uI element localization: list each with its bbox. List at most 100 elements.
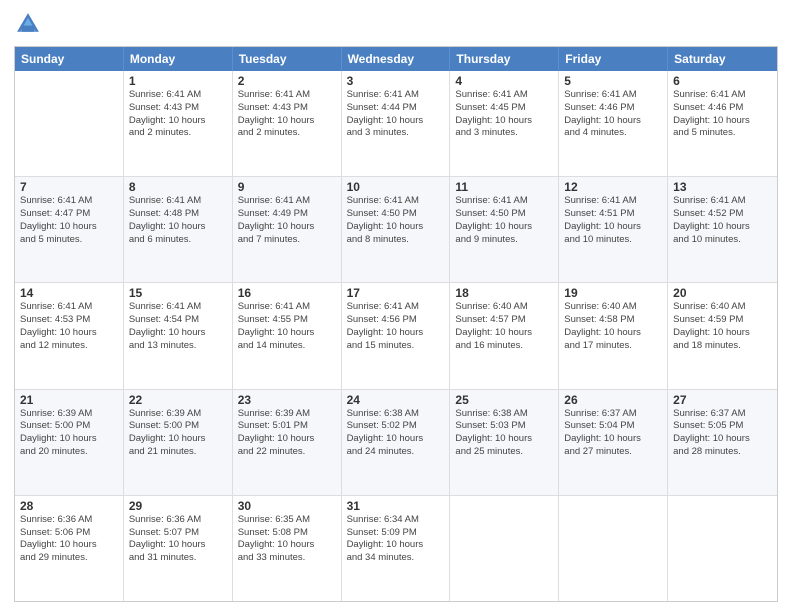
- day-info: Sunrise: 6:37 AMSunset: 5:04 PMDaylight:…: [564, 408, 662, 459]
- calendar-row: 14Sunrise: 6:41 AMSunset: 4:53 PMDayligh…: [15, 283, 777, 389]
- day-info: Sunrise: 6:38 AMSunset: 5:03 PMDaylight:…: [455, 408, 553, 459]
- day-number: 15: [129, 286, 227, 300]
- calendar-cell: 1Sunrise: 6:41 AMSunset: 4:43 PMDaylight…: [124, 71, 233, 176]
- calendar-cell: 22Sunrise: 6:39 AMSunset: 5:00 PMDayligh…: [124, 390, 233, 495]
- day-info: Sunrise: 6:41 AMSunset: 4:43 PMDaylight:…: [238, 89, 336, 140]
- day-number: 6: [673, 74, 772, 88]
- day-info: Sunrise: 6:37 AMSunset: 5:05 PMDaylight:…: [673, 408, 772, 459]
- calendar-row: 21Sunrise: 6:39 AMSunset: 5:00 PMDayligh…: [15, 390, 777, 496]
- calendar-cell: 11Sunrise: 6:41 AMSunset: 4:50 PMDayligh…: [450, 177, 559, 282]
- day-info: Sunrise: 6:41 AMSunset: 4:49 PMDaylight:…: [238, 195, 336, 246]
- day-number: 8: [129, 180, 227, 194]
- day-info: Sunrise: 6:39 AMSunset: 5:00 PMDaylight:…: [20, 408, 118, 459]
- header: [14, 10, 778, 38]
- day-number: 9: [238, 180, 336, 194]
- calendar-cell: [559, 496, 668, 601]
- calendar-cell: 20Sunrise: 6:40 AMSunset: 4:59 PMDayligh…: [668, 283, 777, 388]
- day-number: 28: [20, 499, 118, 513]
- calendar-cell: 5Sunrise: 6:41 AMSunset: 4:46 PMDaylight…: [559, 71, 668, 176]
- day-info: Sunrise: 6:41 AMSunset: 4:51 PMDaylight:…: [564, 195, 662, 246]
- day-info: Sunrise: 6:41 AMSunset: 4:48 PMDaylight:…: [129, 195, 227, 246]
- logo-icon: [14, 10, 42, 38]
- calendar-header-cell: Wednesday: [342, 47, 451, 71]
- calendar: SundayMondayTuesdayWednesdayThursdayFrid…: [14, 46, 778, 602]
- calendar-header-cell: Tuesday: [233, 47, 342, 71]
- day-number: 5: [564, 74, 662, 88]
- day-number: 13: [673, 180, 772, 194]
- day-number: 20: [673, 286, 772, 300]
- logo: [14, 10, 46, 38]
- calendar-header-cell: Saturday: [668, 47, 777, 71]
- calendar-header-cell: Thursday: [450, 47, 559, 71]
- calendar-cell: 19Sunrise: 6:40 AMSunset: 4:58 PMDayligh…: [559, 283, 668, 388]
- day-number: 4: [455, 74, 553, 88]
- calendar-cell: 12Sunrise: 6:41 AMSunset: 4:51 PMDayligh…: [559, 177, 668, 282]
- calendar-cell: 23Sunrise: 6:39 AMSunset: 5:01 PMDayligh…: [233, 390, 342, 495]
- calendar-cell: [15, 71, 124, 176]
- calendar-cell: 13Sunrise: 6:41 AMSunset: 4:52 PMDayligh…: [668, 177, 777, 282]
- day-info: Sunrise: 6:41 AMSunset: 4:50 PMDaylight:…: [347, 195, 445, 246]
- day-info: Sunrise: 6:41 AMSunset: 4:44 PMDaylight:…: [347, 89, 445, 140]
- day-number: 16: [238, 286, 336, 300]
- calendar-cell: 28Sunrise: 6:36 AMSunset: 5:06 PMDayligh…: [15, 496, 124, 601]
- day-number: 14: [20, 286, 118, 300]
- calendar-body: 1Sunrise: 6:41 AMSunset: 4:43 PMDaylight…: [15, 71, 777, 601]
- day-info: Sunrise: 6:39 AMSunset: 5:01 PMDaylight:…: [238, 408, 336, 459]
- calendar-cell: 26Sunrise: 6:37 AMSunset: 5:04 PMDayligh…: [559, 390, 668, 495]
- day-number: 11: [455, 180, 553, 194]
- day-info: Sunrise: 6:35 AMSunset: 5:08 PMDaylight:…: [238, 514, 336, 565]
- day-number: 2: [238, 74, 336, 88]
- calendar-cell: [668, 496, 777, 601]
- day-info: Sunrise: 6:41 AMSunset: 4:43 PMDaylight:…: [129, 89, 227, 140]
- day-number: 26: [564, 393, 662, 407]
- calendar-cell: 10Sunrise: 6:41 AMSunset: 4:50 PMDayligh…: [342, 177, 451, 282]
- day-number: 3: [347, 74, 445, 88]
- day-info: Sunrise: 6:36 AMSunset: 5:06 PMDaylight:…: [20, 514, 118, 565]
- day-info: Sunrise: 6:34 AMSunset: 5:09 PMDaylight:…: [347, 514, 445, 565]
- day-number: 18: [455, 286, 553, 300]
- calendar-header-cell: Friday: [559, 47, 668, 71]
- day-number: 10: [347, 180, 445, 194]
- calendar-cell: 31Sunrise: 6:34 AMSunset: 5:09 PMDayligh…: [342, 496, 451, 601]
- day-info: Sunrise: 6:40 AMSunset: 4:57 PMDaylight:…: [455, 301, 553, 352]
- calendar-cell: 30Sunrise: 6:35 AMSunset: 5:08 PMDayligh…: [233, 496, 342, 601]
- day-info: Sunrise: 6:39 AMSunset: 5:00 PMDaylight:…: [129, 408, 227, 459]
- day-number: 21: [20, 393, 118, 407]
- day-number: 27: [673, 393, 772, 407]
- day-info: Sunrise: 6:40 AMSunset: 4:58 PMDaylight:…: [564, 301, 662, 352]
- day-number: 7: [20, 180, 118, 194]
- calendar-header-cell: Sunday: [15, 47, 124, 71]
- calendar-row: 28Sunrise: 6:36 AMSunset: 5:06 PMDayligh…: [15, 496, 777, 601]
- calendar-cell: 25Sunrise: 6:38 AMSunset: 5:03 PMDayligh…: [450, 390, 559, 495]
- day-number: 22: [129, 393, 227, 407]
- calendar-cell: 17Sunrise: 6:41 AMSunset: 4:56 PMDayligh…: [342, 283, 451, 388]
- day-info: Sunrise: 6:41 AMSunset: 4:45 PMDaylight:…: [455, 89, 553, 140]
- calendar-cell: 6Sunrise: 6:41 AMSunset: 4:46 PMDaylight…: [668, 71, 777, 176]
- day-number: 30: [238, 499, 336, 513]
- calendar-cell: 7Sunrise: 6:41 AMSunset: 4:47 PMDaylight…: [15, 177, 124, 282]
- day-number: 19: [564, 286, 662, 300]
- day-info: Sunrise: 6:40 AMSunset: 4:59 PMDaylight:…: [673, 301, 772, 352]
- day-info: Sunrise: 6:41 AMSunset: 4:46 PMDaylight:…: [564, 89, 662, 140]
- day-number: 1: [129, 74, 227, 88]
- day-info: Sunrise: 6:41 AMSunset: 4:55 PMDaylight:…: [238, 301, 336, 352]
- calendar-cell: 21Sunrise: 6:39 AMSunset: 5:00 PMDayligh…: [15, 390, 124, 495]
- day-info: Sunrise: 6:41 AMSunset: 4:52 PMDaylight:…: [673, 195, 772, 246]
- day-info: Sunrise: 6:41 AMSunset: 4:53 PMDaylight:…: [20, 301, 118, 352]
- day-number: 23: [238, 393, 336, 407]
- calendar-cell: 27Sunrise: 6:37 AMSunset: 5:05 PMDayligh…: [668, 390, 777, 495]
- day-info: Sunrise: 6:36 AMSunset: 5:07 PMDaylight:…: [129, 514, 227, 565]
- day-info: Sunrise: 6:41 AMSunset: 4:47 PMDaylight:…: [20, 195, 118, 246]
- calendar-cell: 15Sunrise: 6:41 AMSunset: 4:54 PMDayligh…: [124, 283, 233, 388]
- calendar-header-cell: Monday: [124, 47, 233, 71]
- day-number: 31: [347, 499, 445, 513]
- calendar-row: 1Sunrise: 6:41 AMSunset: 4:43 PMDaylight…: [15, 71, 777, 177]
- page: SundayMondayTuesdayWednesdayThursdayFrid…: [0, 0, 792, 612]
- day-number: 17: [347, 286, 445, 300]
- day-number: 12: [564, 180, 662, 194]
- calendar-cell: 8Sunrise: 6:41 AMSunset: 4:48 PMDaylight…: [124, 177, 233, 282]
- calendar-cell: [450, 496, 559, 601]
- calendar-header-row: SundayMondayTuesdayWednesdayThursdayFrid…: [15, 47, 777, 71]
- day-info: Sunrise: 6:41 AMSunset: 4:56 PMDaylight:…: [347, 301, 445, 352]
- day-info: Sunrise: 6:41 AMSunset: 4:54 PMDaylight:…: [129, 301, 227, 352]
